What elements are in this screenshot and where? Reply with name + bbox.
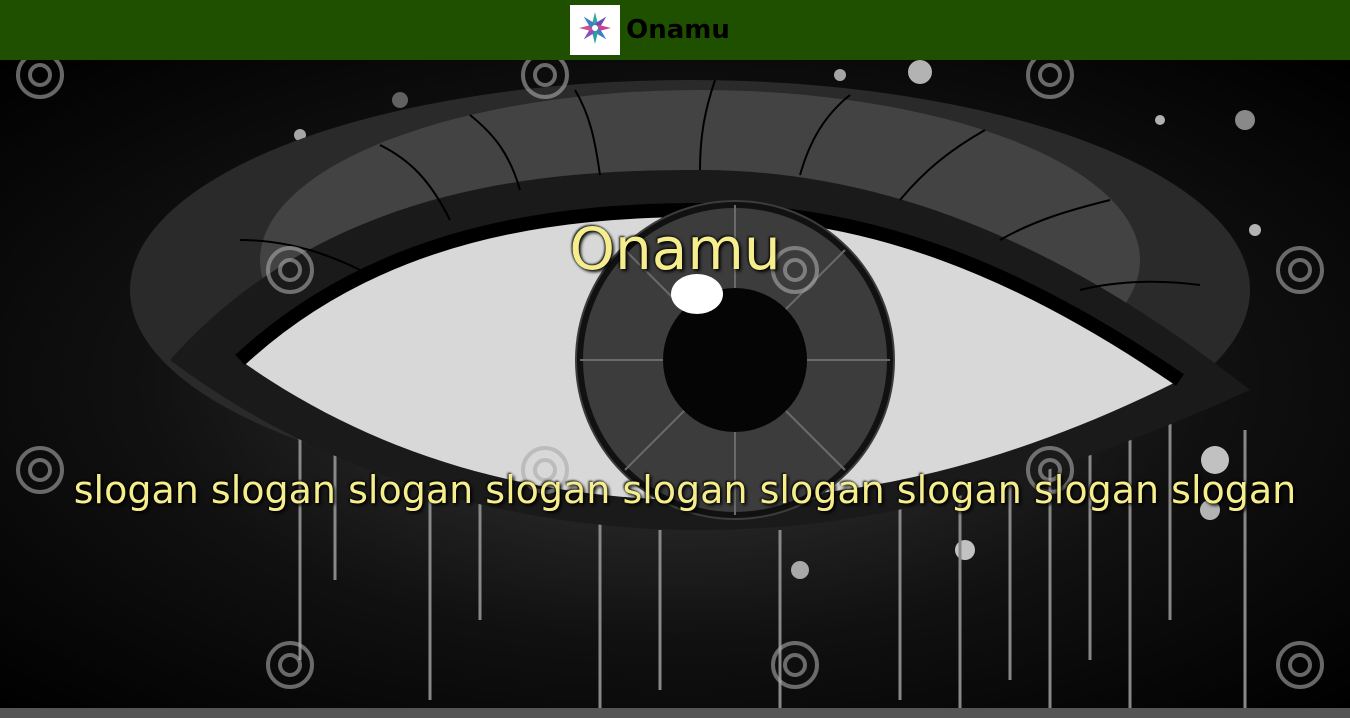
brand-name: Onamu (626, 15, 730, 45)
brand-link[interactable]: Onamu (570, 5, 730, 55)
eye-artwork-image (16, 60, 1324, 708)
hero-title: Onamu (569, 215, 781, 283)
top-navbar: Onamu (0, 0, 1350, 60)
hero-slogan: slogan slogan slogan slogan slogan sloga… (73, 468, 1297, 512)
flower-logo-icon (570, 5, 621, 55)
hero-banner: Onamu slogan slogan slogan slogan slogan… (0, 60, 1350, 708)
page-bottom-edge (0, 708, 1350, 718)
